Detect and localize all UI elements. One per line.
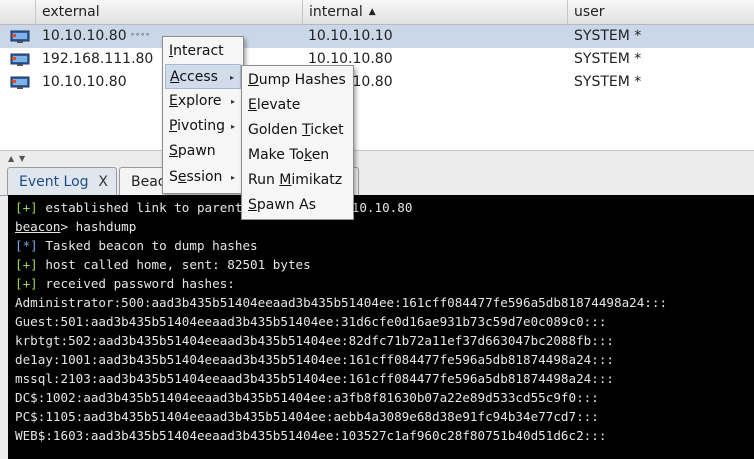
table-row[interactable]: 10.10.10.80 °°°° 10.10.10.10 SYSTEM * <box>0 25 754 48</box>
hash-line: Guest:501:aad3b435b51404eeaad3b435b51404… <box>15 314 607 329</box>
sort-ascending-icon: ▲ <box>368 7 376 17</box>
tab-bar: Event Log X Beacon <box>0 164 754 196</box>
column-header-label: internal <box>309 4 363 20</box>
computer-monitor-icon <box>10 53 30 66</box>
table-row[interactable]: 192.168.111.80 10.10.10.80 SYSTEM * <box>0 48 754 71</box>
external-ip-cell: 10.10.10.80 °°°° <box>42 28 151 44</box>
chevron-right-icon: ▸ <box>230 97 235 106</box>
menu-item-pivoting[interactable]: Pivoting ▸ <box>165 114 241 139</box>
computer-monitor-icon <box>10 30 30 43</box>
console-line: [*] Tasked beacon to dump hashes <box>15 238 258 253</box>
column-header-user[interactable]: user <box>568 0 754 24</box>
internal-ip-cell: 10.10.10.10 <box>308 28 393 44</box>
column-header-label: external <box>42 4 100 20</box>
icon-column-header[interactable] <box>0 0 36 24</box>
chevron-right-icon: ▸ <box>230 173 235 182</box>
chevron-right-icon: ▸ <box>229 73 234 82</box>
menu-item-interact[interactable]: Interact <box>165 39 241 64</box>
beacon-context-menu: Interact Access ▸ Explore ▸ Pivoting ▸ Spaw… <box>162 36 244 194</box>
hash-line: mssql:2103:aad3b435b51404eeaad3b435b5140… <box>15 371 614 386</box>
hash-line: WEB$:1603:aad3b435b51404eeaad3b435b51404… <box>15 428 607 443</box>
menu-item-spawn-as[interactable]: Spawn As <box>244 193 351 218</box>
menu-item-golden-ticket[interactable]: Golden Ticket <box>244 118 351 143</box>
user-cell: SYSTEM * <box>574 51 642 67</box>
beacon-table: external internal ▲ user 10.10.10.80 °°°° … <box>0 0 754 150</box>
column-header-internal[interactable]: internal ▲ <box>303 0 568 24</box>
hash-line: krbtgt:502:aad3b435b51404eeaad3b435b5140… <box>15 333 614 348</box>
menu-item-run-mimikatz[interactable]: Run Mimikatz <box>244 168 351 193</box>
menu-item-session[interactable]: Session ▸ <box>165 165 241 190</box>
console-line: [+] established link to parent 10.10.10.8… <box>15 200 413 215</box>
hash-line: de1ay:1001:aad3b435b51404eeaad3b435b5140… <box>15 352 614 367</box>
column-header-label: user <box>574 4 605 20</box>
menu-item-access[interactable]: Access ▸ <box>165 64 241 89</box>
tab-label: Event Log <box>19 174 89 190</box>
collapse-up-icon[interactable]: ▲ <box>8 154 14 163</box>
console-line: beacon> hashdump <box>15 219 137 234</box>
split-pane-divider[interactable]: ▲ ▼ <box>0 150 754 165</box>
tab-event-log[interactable]: Event Log X <box>7 167 117 195</box>
access-submenu: Dump Hashes Elevate Golden Ticket Make T… <box>241 65 354 220</box>
user-cell: SYSTEM * <box>574 28 642 44</box>
hash-line: PC$:1105:aad3b435b51404eeaad3b435b51404e… <box>15 409 599 424</box>
menu-item-explore[interactable]: Explore ▸ <box>165 89 241 114</box>
beacon-console[interactable]: [+] established link to parent 10.10.10.8… <box>8 195 754 459</box>
user-cell: SYSTEM * <box>574 74 642 90</box>
menu-item-elevate[interactable]: Elevate <box>244 93 351 118</box>
menu-item-make-token[interactable]: Make Token <box>244 143 351 168</box>
menu-item-spawn[interactable]: Spawn <box>165 139 241 164</box>
prompt-label: beacon <box>15 219 61 234</box>
sleep-indicator-icon: °°°° <box>130 32 151 41</box>
external-ip-cell: 192.168.111.80 <box>42 51 154 67</box>
computer-monitor-icon <box>10 76 30 89</box>
table-header: external internal ▲ user <box>0 0 754 25</box>
external-ip-cell: 10.10.10.80 <box>42 74 127 90</box>
console-line: [+] received password hashes: <box>15 276 235 291</box>
hash-line: DC$:1002:aad3b435b51404eeaad3b435b51404e… <box>15 390 599 405</box>
menu-item-dump-hashes[interactable]: Dump Hashes <box>244 68 351 93</box>
table-row[interactable]: 10.10.10.80 10.10.10.80 SYSTEM * <box>0 71 754 94</box>
hash-line: Administrator:500:aad3b435b51404eeaad3b4… <box>15 295 668 310</box>
column-header-external[interactable]: external <box>36 0 303 24</box>
chevron-right-icon: ▸ <box>230 122 235 131</box>
console-line: [+] host called home, sent: 82501 bytes <box>15 257 311 272</box>
close-icon[interactable]: X <box>98 168 108 196</box>
collapse-down-icon[interactable]: ▼ <box>19 154 25 163</box>
